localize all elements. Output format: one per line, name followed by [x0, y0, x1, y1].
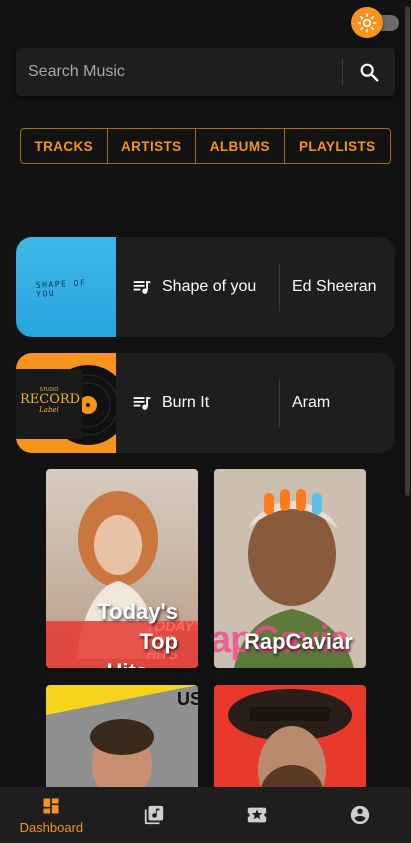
dashboard-icon [43, 798, 59, 813]
playlist-music-icon [133, 397, 151, 410]
playlist-card[interactable]: TODAY'STOPHITS Today's Top Hits [46, 469, 198, 668]
track-title-cell[interactable]: Burn It [116, 353, 279, 453]
search-bar [16, 48, 395, 96]
track-title-cell[interactable]: Shape of you [116, 237, 279, 337]
playlist-bg-text: US [177, 689, 198, 709]
tab-albums[interactable]: ALBUMS [196, 129, 285, 163]
playlist-title: RapCaviar [244, 629, 353, 654]
track-card[interactable]: STUDIO RECORD Label Burn It Aram [16, 353, 395, 453]
local-activity-icon [247, 807, 267, 823]
track-artist[interactable]: Ed Sheeran [280, 278, 377, 296]
search-button[interactable] [343, 48, 395, 96]
playlist-card[interactable]: apCavia RapCaviar [214, 469, 366, 668]
scrollbar[interactable] [405, 0, 411, 843]
bottom-navigation: Dashboard [0, 787, 411, 843]
album-art-text: STUDIO RECORD Label [20, 387, 81, 414]
search-icon [360, 63, 379, 82]
nav-account[interactable] [308, 787, 411, 843]
tab-playlists[interactable]: PLAYLISTS [285, 129, 390, 163]
library-music-icon [144, 805, 164, 825]
nav-dashboard[interactable]: Dashboard [0, 787, 103, 843]
playlist-music-icon [133, 281, 151, 294]
tab-tracks[interactable]: TRACKS [21, 129, 108, 163]
nav-label: Dashboard [19, 819, 84, 835]
toggle-thumb[interactable] [351, 7, 383, 38]
track-card[interactable]: SHAPE OF YOU Shape of you Ed Sheeran [16, 237, 395, 337]
tab-artists[interactable]: ARTISTS [108, 129, 197, 163]
account-circle-icon [350, 805, 369, 825]
track-artist[interactable]: Aram [280, 394, 330, 412]
sun-icon [357, 12, 377, 33]
track-title: Burn It [162, 394, 210, 411]
theme-toggle[interactable] [351, 7, 399, 38]
album-art-text: SHAPE OF YOU [35, 278, 87, 299]
search-input[interactable] [16, 48, 342, 96]
album-art: STUDIO RECORD Label [16, 353, 116, 453]
nav-library[interactable] [103, 787, 206, 843]
nav-activity[interactable] [206, 787, 309, 843]
playlist-title: Today's Top Hits [97, 599, 178, 668]
album-art: SHAPE OF YOU [16, 237, 116, 337]
category-tabs: TRACKS ARTISTS ALBUMS PLAYLISTS [20, 128, 391, 164]
scrollbar-thumb[interactable] [405, 6, 410, 496]
track-title: Shape of you [162, 278, 257, 295]
